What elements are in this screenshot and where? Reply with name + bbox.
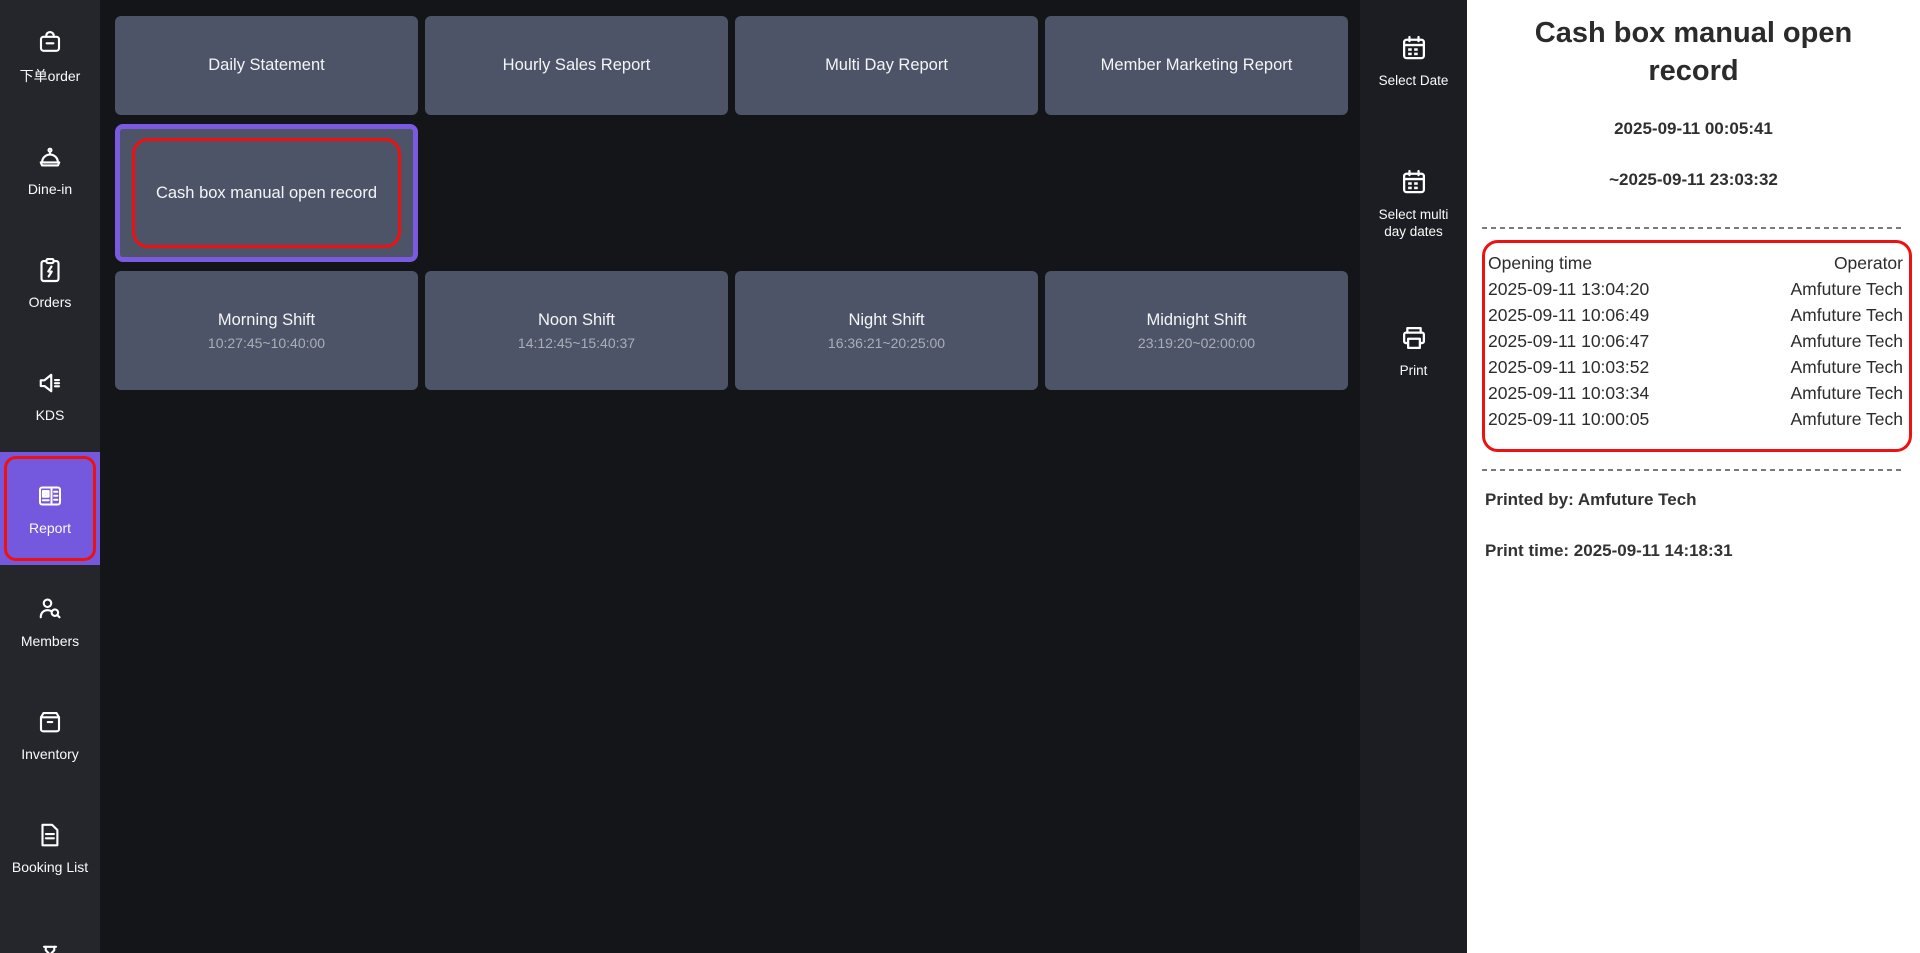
table-row: 2025-09-11 10:03:52 Amfuture Tech <box>1488 354 1903 380</box>
opening-time-cell: 2025-09-11 10:06:47 <box>1488 328 1649 354</box>
selected-report-highlight: Cash box manual open record <box>115 124 418 262</box>
receipt-dashed-divider <box>1482 227 1902 229</box>
sidebar-item-members[interactable]: Members <box>0 565 100 678</box>
report-button-daily-statement[interactable]: Daily Statement <box>115 16 418 115</box>
receipt-print-time: Print time: 2025-09-11 14:18:31 <box>1485 541 1920 561</box>
table-header-row: Opening time Operator <box>1488 250 1903 276</box>
bag-icon <box>35 27 65 57</box>
operator-cell: Amfuture Tech <box>1790 406 1903 432</box>
sidebar-item-label: Orders <box>29 294 72 310</box>
opening-time-cell: 2025-09-11 10:03:34 <box>1488 380 1649 406</box>
sidebar-item-booking-list[interactable]: Booking List <box>0 791 100 904</box>
receipt-title: Cash box manual open record <box>1467 14 1920 90</box>
box-icon <box>35 707 65 737</box>
table-row: 2025-09-11 10:06:49 Amfuture Tech <box>1488 302 1903 328</box>
receipt-date-to: ~2025-09-11 23:03:32 <box>1467 170 1920 190</box>
receipt-printed-by: Printed by: Amfuture Tech <box>1485 490 1920 510</box>
left-sidebar: 下单order Dine-in Orders <box>0 0 100 953</box>
operator-cell: Amfuture Tech <box>1790 354 1903 380</box>
report-button-member-marketing[interactable]: Member Marketing Report <box>1045 16 1348 115</box>
shift-time-range: 14:12:45~15:40:37 <box>518 335 635 351</box>
sidebar-item-label: 下单order <box>20 66 81 86</box>
opening-time-cell: 2025-09-11 10:00:05 <box>1488 406 1649 432</box>
sidebar-item-order[interactable]: 下单order <box>0 0 100 113</box>
opening-time-cell: 2025-09-11 10:03:52 <box>1488 354 1649 380</box>
report-button-morning-shift[interactable]: Morning Shift 10:27:45~10:40:00 <box>115 271 418 390</box>
table-row: 2025-09-11 10:03:34 Amfuture Tech <box>1488 380 1903 406</box>
opening-time-cell: 2025-09-11 10:06:49 <box>1488 302 1649 328</box>
opening-time-cell: 2025-09-11 13:04:20 <box>1488 276 1649 302</box>
sidebar-item-label: Members <box>21 633 79 649</box>
print-label: Print <box>1394 362 1434 379</box>
column-opening-time: Opening time <box>1488 250 1592 276</box>
report-button-multi-day[interactable]: Multi Day Report <box>735 16 1038 115</box>
sidebar-item-report[interactable]: Report <box>0 452 100 565</box>
sidebar-item-inventory[interactable]: Inventory <box>0 678 100 791</box>
sidebar-item-label: Report <box>29 520 71 536</box>
sidebar-item-kds[interactable]: KDS <box>0 339 100 452</box>
shift-label: Midnight Shift <box>1147 311 1247 330</box>
member-search-icon <box>35 594 65 624</box>
clipboard-lightning-icon <box>35 255 65 285</box>
shift-time-range: 10:27:45~10:40:00 <box>208 335 325 351</box>
table-row: 2025-09-11 10:00:05 Amfuture Tech <box>1488 406 1903 432</box>
shift-time-range: 23:19:20~02:00:00 <box>1138 335 1255 351</box>
hourglass-icon <box>35 941 65 953</box>
report-button-grid: Daily Statement Hourly Sales Report Mult… <box>115 16 1348 390</box>
report-icon <box>35 481 65 511</box>
shift-label: Morning Shift <box>218 311 315 330</box>
receipt-dashed-divider <box>1482 469 1902 471</box>
printer-icon <box>1398 322 1430 354</box>
megaphone-icon <box>35 368 65 398</box>
sidebar-item-label: Dine-in <box>28 181 72 197</box>
select-multi-day-dates-button[interactable]: Select multi day dates <box>1360 166 1467 240</box>
receipt-preview-panel: Cash box manual open record 2025-09-11 0… <box>1467 0 1920 953</box>
shift-label: Noon Shift <box>538 311 615 330</box>
shift-label: Night Shift <box>848 311 924 330</box>
operator-cell: Amfuture Tech <box>1790 302 1903 328</box>
report-button-hourly-sales[interactable]: Hourly Sales Report <box>425 16 728 115</box>
sidebar-item-label: Booking List <box>12 859 88 875</box>
sidebar-item-dine-in[interactable]: Dine-in <box>0 113 100 226</box>
tool-sidebar: Select Date Select multi day dates <box>1360 0 1467 953</box>
bell-icon <box>35 142 65 172</box>
select-multi-day-dates-label: Select multi day dates <box>1360 206 1467 240</box>
select-date-button[interactable]: Select Date <box>1360 32 1467 89</box>
sidebar-item-orders[interactable]: Orders <box>0 226 100 339</box>
table-row: 2025-09-11 10:06:47 Amfuture Tech <box>1488 328 1903 354</box>
document-icon <box>35 820 65 850</box>
operator-cell: Amfuture Tech <box>1790 380 1903 406</box>
sidebar-item-label: KDS <box>36 407 65 423</box>
report-button-night-shift[interactable]: Night Shift 16:36:21~20:25:00 <box>735 271 1038 390</box>
print-button[interactable]: Print <box>1360 322 1467 379</box>
report-button-midnight-shift[interactable]: Midnight Shift 23:19:20~02:00:00 <box>1045 271 1348 390</box>
report-button-cash-box-open-record[interactable]: Cash box manual open record <box>120 129 413 257</box>
shift-time-range: 16:36:21~20:25:00 <box>828 335 945 351</box>
app-root: 下单order Dine-in Orders <box>0 0 1920 953</box>
column-operator: Operator <box>1834 250 1903 276</box>
receipt-open-record-table: Opening time Operator 2025-09-11 13:04:2… <box>1482 240 1912 452</box>
select-date-label: Select Date <box>1373 72 1455 89</box>
operator-cell: Amfuture Tech <box>1790 276 1903 302</box>
sidebar-item-shift-log[interactable] <box>0 904 100 953</box>
table-row: 2025-09-11 13:04:20 Amfuture Tech <box>1488 276 1903 302</box>
receipt-date-from: 2025-09-11 00:05:41 <box>1467 119 1920 139</box>
sidebar-item-label: Inventory <box>21 746 79 762</box>
operator-cell: Amfuture Tech <box>1790 328 1903 354</box>
calendar-icon <box>1398 32 1430 64</box>
report-button-noon-shift[interactable]: Noon Shift 14:12:45~15:40:37 <box>425 271 728 390</box>
calendar-multi-icon <box>1398 166 1430 198</box>
report-menu-panel: Daily Statement Hourly Sales Report Mult… <box>100 0 1360 953</box>
